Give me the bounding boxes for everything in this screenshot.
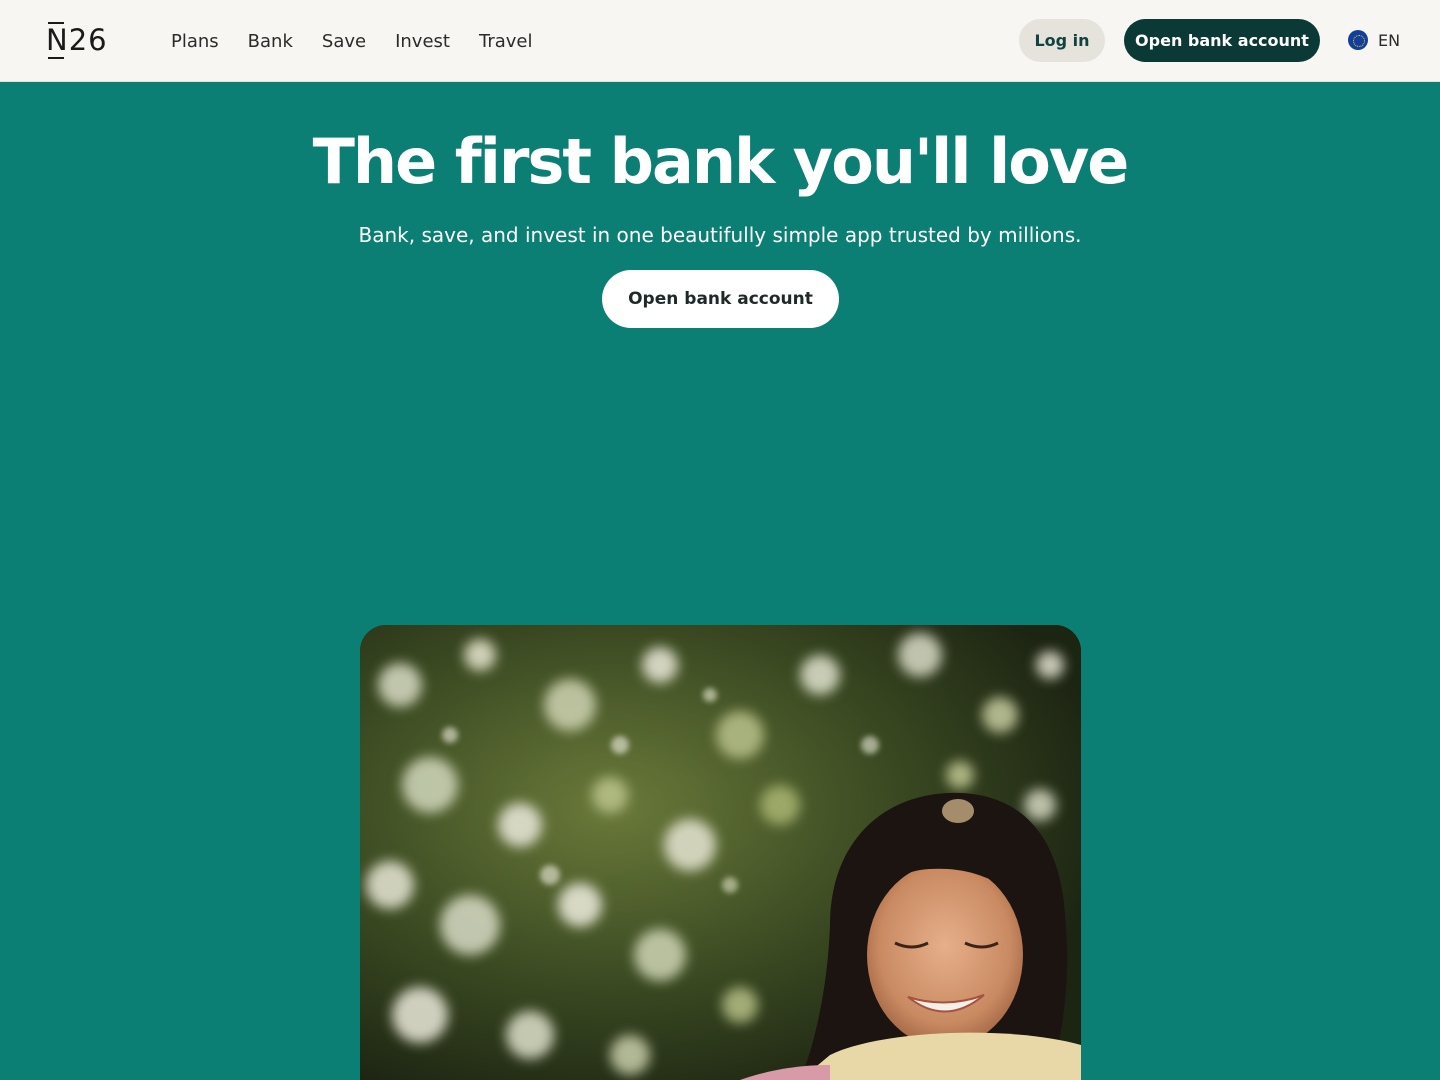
language-label: EN — [1378, 30, 1401, 50]
top-navigation-bar: N26 Plans Bank Save Invest Travel Log in… — [0, 0, 1440, 82]
nav-item-invest[interactable]: Invest — [395, 31, 450, 52]
nav-item-bank[interactable]: Bank — [248, 31, 293, 52]
logo-bar-bottom — [48, 57, 64, 59]
hero-title: The first bank you'll love — [312, 125, 1130, 198]
nav-item-save[interactable]: Save — [322, 31, 366, 52]
hero-photo — [360, 625, 1081, 1080]
main-nav: Plans Bank Save Invest Travel — [171, 0, 532, 82]
hero-subtitle: Bank, save, and invest in one beautifull… — [358, 223, 1082, 247]
login-button[interactable]: Log in — [1019, 19, 1105, 62]
language-selector[interactable]: EN — [1348, 28, 1400, 52]
nav-item-travel[interactable]: Travel — [479, 31, 533, 52]
logo-text: N26 — [46, 23, 108, 57]
nav-item-plans[interactable]: Plans — [171, 31, 219, 52]
logo-bar-top — [48, 22, 64, 24]
n26-logo[interactable]: N26 — [46, 20, 108, 60]
eu-flag-icon — [1348, 30, 1368, 50]
open-bank-account-hero-button[interactable]: Open bank account — [602, 270, 839, 328]
woman-smiling-under-tree-photo — [360, 625, 1081, 1080]
open-bank-account-header-button[interactable]: Open bank account — [1124, 19, 1320, 62]
